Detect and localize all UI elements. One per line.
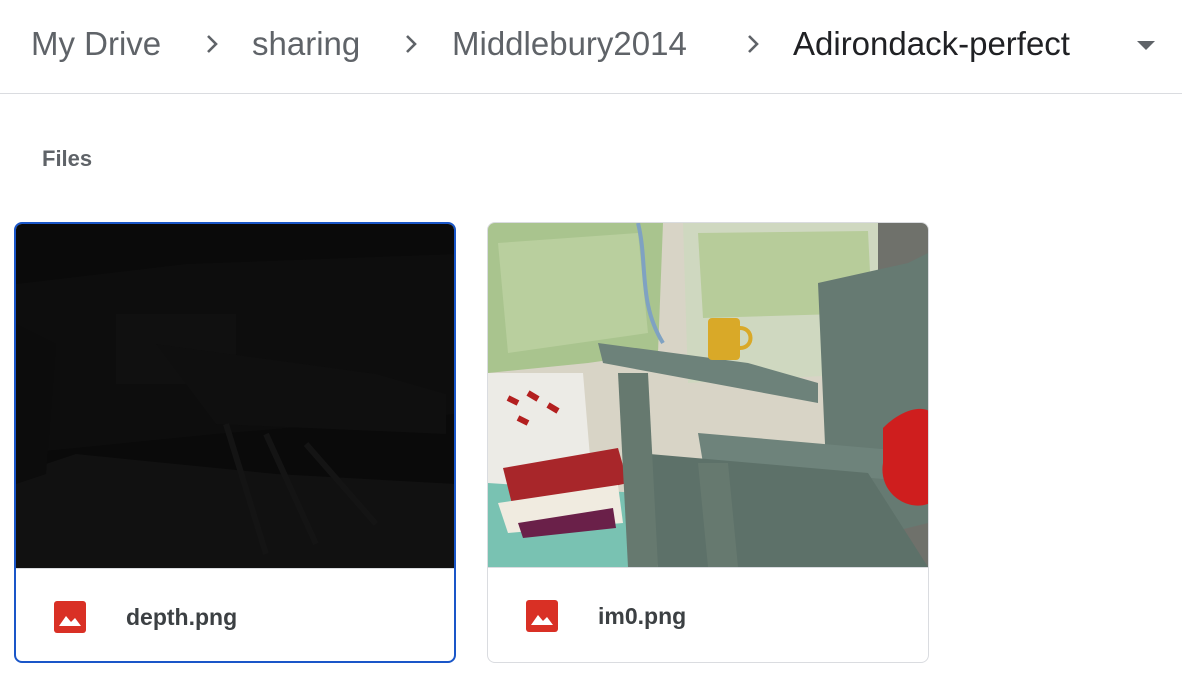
file-card-im0[interactable]: im0.png — [487, 222, 929, 663]
file-card-depth[interactable]: depth.png — [14, 222, 456, 663]
image-file-icon — [526, 600, 558, 632]
chevron-right-icon — [406, 35, 417, 53]
breadcrumb-item-adirondack-perfect[interactable]: Adirondack-perfect — [793, 24, 1070, 64]
chevron-right-icon — [207, 35, 218, 53]
file-footer: depth.png — [16, 568, 454, 661]
chevron-right-icon — [748, 35, 759, 53]
file-thumbnail-im0 — [488, 223, 928, 567]
breadcrumb-item-my-drive[interactable]: My Drive — [31, 24, 161, 64]
file-name: im0.png — [598, 603, 687, 629]
file-name: depth.png — [126, 604, 238, 630]
file-thumbnail-depth — [16, 224, 454, 568]
breadcrumb-item-sharing[interactable]: sharing — [252, 24, 360, 64]
files-section-title: Files — [42, 146, 93, 171]
file-footer: im0.png — [488, 567, 928, 662]
image-file-icon — [54, 601, 86, 633]
arrow-drop-down-icon[interactable] — [1136, 40, 1156, 52]
breadcrumb: My Drive sharing Middlebury2014 Adironda… — [0, 0, 1182, 94]
breadcrumb-item-middlebury2014[interactable]: Middlebury2014 — [452, 24, 687, 64]
